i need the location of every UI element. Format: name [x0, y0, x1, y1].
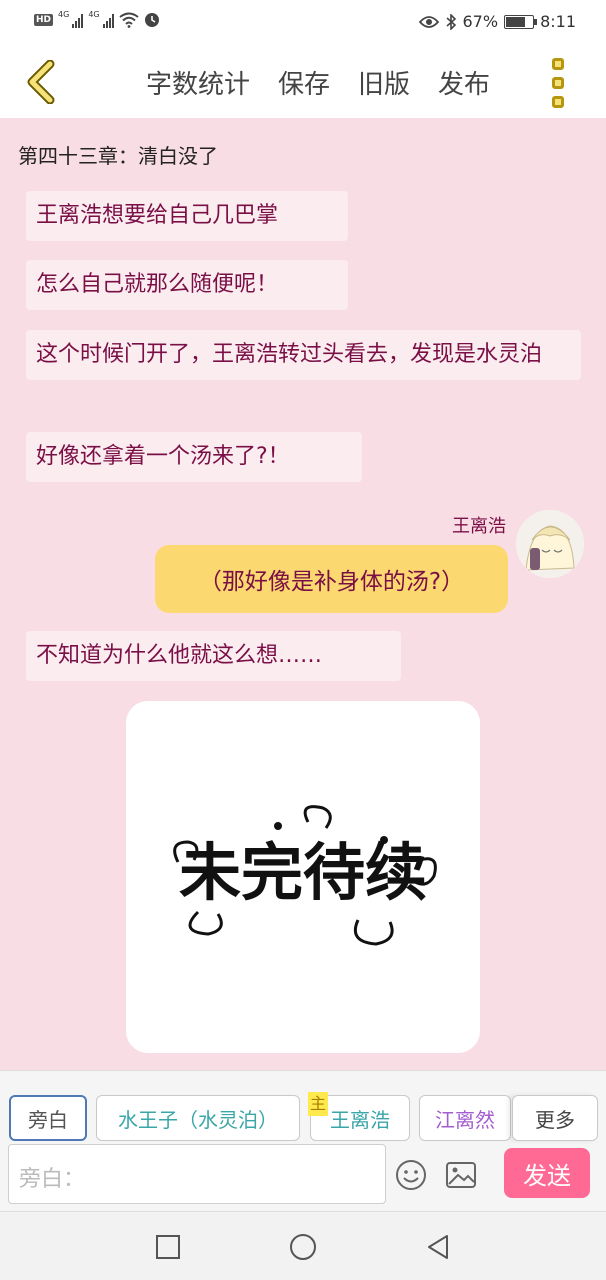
publish-button[interactable]: 发布: [438, 64, 490, 101]
network-label-1: 4G: [58, 9, 70, 19]
image-message[interactable]: 未完待续: [126, 701, 480, 1053]
old-version-button[interactable]: 旧版: [358, 64, 410, 101]
battery-icon: [504, 14, 538, 29]
signal-icon: [72, 12, 84, 28]
character-bubble[interactable]: （那好像是补身体的汤?）: [155, 545, 508, 613]
editor-toolbar: 字数统计 保存 旧版 发布: [0, 46, 606, 118]
send-label: 发送: [523, 1161, 571, 1190]
image-icon[interactable]: [444, 1158, 478, 1192]
character-chip-shui-wangzi[interactable]: 水王子（水灵泊）: [96, 1095, 300, 1141]
avatar[interactable]: [516, 510, 584, 578]
status-bar: HD 4G 4G 67% 8:11: [0, 0, 606, 46]
character-chip-label: 水王子（水灵泊）: [118, 1107, 278, 1132]
image-caption: 未完待续: [179, 836, 427, 909]
eye-comfort-icon: [418, 15, 439, 28]
emoji-icon[interactable]: [394, 1158, 428, 1192]
chevron-left-icon[interactable]: [22, 60, 62, 104]
character-selector: 旁白 水王子（水灵泊） 主 王离浩 江离然 更多: [0, 1070, 606, 1144]
to-be-continued-image: 未完待续: [173, 805, 437, 946]
more-label: 更多: [535, 1107, 575, 1132]
narration-bubble[interactable]: 怎么自己就那么随便呢！: [26, 260, 348, 310]
character-chip-jiang-liran[interactable]: 江离然: [419, 1095, 511, 1141]
main-character-badge: 主: [308, 1092, 329, 1116]
character-chip-narration[interactable]: 旁白: [9, 1095, 87, 1141]
more-characters-button[interactable]: 更多: [512, 1095, 598, 1141]
status-left: HD 4G 4G: [34, 9, 160, 28]
triangle-back-icon[interactable]: [423, 1232, 453, 1262]
narration-bubble[interactable]: 王离浩想要给自己几巴掌: [26, 191, 348, 241]
chat-area[interactable]: 第四十三章：清白没了 王离浩想要给自己几巴掌 怎么自己就那么随便呢！ 这个时候门…: [0, 118, 606, 1070]
character-chip-wang-lihao[interactable]: 主 王离浩: [308, 1092, 410, 1141]
message-input[interactable]: 旁白：: [8, 1144, 386, 1204]
narration-bubble[interactable]: 不知道为什么他就这么想……: [26, 631, 401, 681]
circle-icon[interactable]: [288, 1232, 318, 1262]
data-saver-icon: [144, 13, 159, 27]
network-label-2: 4G: [88, 9, 100, 19]
character-name-label: 王离浩: [452, 516, 506, 537]
character-chip-label: 王离浩: [330, 1107, 390, 1132]
wifi-icon: [118, 12, 139, 28]
avatar-image: [516, 510, 584, 578]
system-navigation-bar: [0, 1212, 606, 1280]
signal-icon-2: [102, 12, 114, 28]
narration-bubble[interactable]: 这个时候门开了，王离浩转过头看去，发现是水灵泊: [26, 330, 581, 380]
bluetooth-icon: [445, 13, 456, 30]
narration-bubble[interactable]: 好像还拿着一个汤来了?！: [26, 432, 362, 482]
character-chip-label: 江离然: [435, 1107, 495, 1132]
toolbar-actions: 字数统计 保存 旧版 发布: [146, 64, 490, 101]
chapter-title: 第四十三章：清白没了: [18, 144, 218, 168]
input-placeholder: 旁白：: [19, 1167, 86, 1192]
word-count-button[interactable]: 字数统计: [146, 64, 250, 101]
vertical-dots-icon[interactable]: [548, 58, 568, 108]
send-button[interactable]: 发送: [504, 1148, 590, 1198]
character-chip-label: 旁白: [28, 1107, 68, 1132]
input-row: 旁白： 发送: [0, 1144, 606, 1212]
square-icon[interactable]: [153, 1232, 183, 1262]
clock: 8:11: [540, 12, 576, 31]
status-right: 67% 8:11: [418, 12, 576, 31]
battery-percent: 67%: [462, 12, 499, 31]
hd-badge: HD: [34, 14, 54, 26]
save-button[interactable]: 保存: [278, 64, 330, 101]
